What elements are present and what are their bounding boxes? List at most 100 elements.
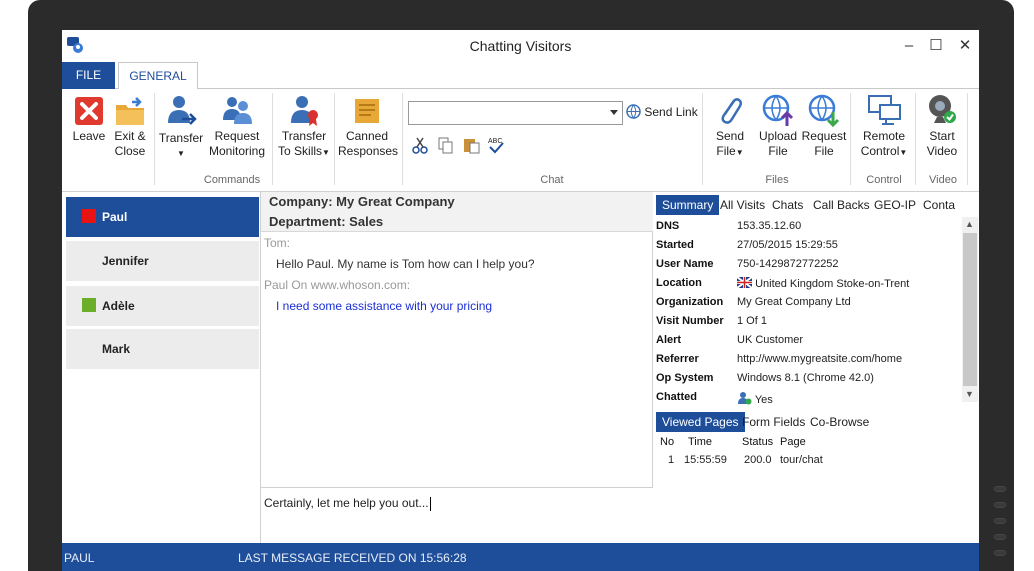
tab-viewed-pages[interactable]: Viewed Pages	[656, 412, 745, 432]
tab-call-backs[interactable]: Call Backs	[807, 195, 876, 215]
leave-button[interactable]: Leave	[70, 93, 108, 144]
info-row: Started 27/05/2015 15:29:55	[656, 236, 962, 255]
transfer-skills-label-1: Transfer	[281, 129, 327, 143]
window-title: Chatting Visitors	[469, 38, 572, 54]
tab-file[interactable]: FILE	[62, 62, 115, 89]
info-key: Referrer	[656, 353, 699, 365]
chat-link-combobox[interactable]	[408, 101, 623, 125]
remote-control-icon	[868, 95, 901, 125]
col-time: Time	[688, 436, 713, 448]
info-row: Organization My Great Company Ltd	[656, 293, 962, 312]
visitor-name: Adèle	[102, 299, 135, 313]
visitor-item-mark[interactable]: Mark	[66, 329, 259, 369]
spellcheck-icon[interactable]: ABC	[487, 136, 507, 154]
message-sender: Paul On www.whoson.com:	[264, 278, 411, 292]
send-link-button[interactable]: Send Link	[626, 104, 698, 119]
canned-responses-icon	[355, 99, 379, 123]
tab-contact[interactable]: Conta	[917, 195, 961, 215]
request-monitoring-label-1: Request	[214, 129, 260, 143]
details-tabs: Summary All Visits Chats Call Backs GEO-…	[656, 195, 979, 215]
send-file-button[interactable]: Send File▼	[708, 93, 752, 160]
group-label-commands: Commands	[203, 174, 261, 186]
paste-icon[interactable]	[462, 136, 482, 154]
request-file-label-1: Request	[801, 129, 847, 143]
transfer-label: Transfer	[158, 131, 204, 145]
ribbon-tabs: FILE GENERAL	[62, 61, 979, 90]
visitor-name: Mark	[102, 342, 131, 356]
chat-pane: Company: My Great Company Department: Sa…	[260, 192, 653, 543]
ribbon-separator	[967, 93, 968, 185]
info-key: Visit Number	[656, 315, 724, 327]
ribbon-separator	[334, 93, 335, 185]
webcam-icon	[929, 95, 956, 123]
message-text: Hello Paul. My name is Tom how can I hel…	[276, 257, 535, 271]
app-window: Chatting Visitors – ☐ ✕ FILE GENERAL Lea…	[62, 30, 979, 571]
cell-no: 1	[668, 454, 675, 466]
exit-close-button[interactable]: Exit & Close	[110, 93, 150, 159]
uk-flag-icon	[736, 276, 753, 289]
request-monitoring-button[interactable]: Request Monitoring	[206, 93, 268, 159]
info-value: United Kingdom Stoke-on-Trent	[736, 276, 910, 290]
send-link-label: Send Link	[644, 105, 698, 119]
info-row: Location United Kingdom Stoke-on-Trent	[656, 274, 962, 293]
status-last-message: LAST MESSAGE RECEIVED ON 15:56:28	[238, 551, 467, 565]
leave-icon	[75, 97, 103, 125]
message-compose-input[interactable]: Certainly, let me help you out...	[261, 487, 653, 543]
tab-general[interactable]: GENERAL	[118, 62, 198, 90]
folder-exit-icon	[116, 97, 144, 125]
chevron-down-icon[interactable]	[610, 110, 618, 115]
send-file-label-1: Send	[715, 129, 745, 143]
tab-all-visits[interactable]: All Visits	[714, 195, 771, 215]
start-video-button[interactable]: Start Video	[920, 93, 964, 159]
transfer-button[interactable]: Transfer ▼	[158, 93, 204, 161]
scroll-up-icon[interactable]: ▲	[965, 219, 974, 229]
upload-file-button[interactable]: Upload File	[756, 93, 800, 159]
scroll-down-icon[interactable]: ▼	[965, 389, 974, 399]
group-label-chat: Chat	[540, 174, 564, 186]
start-video-label-2: Video	[926, 144, 958, 158]
ribbon-separator	[702, 93, 703, 185]
pages-table-header: No Time Status Page	[660, 436, 806, 448]
copy-icon[interactable]	[436, 136, 456, 154]
info-key: Chatted	[656, 391, 697, 403]
request-file-button[interactable]: Request File	[800, 93, 848, 159]
tab-summary[interactable]: Summary	[656, 195, 720, 215]
scrollbar-thumb[interactable]	[963, 233, 977, 386]
visitor-status-indicator	[82, 298, 96, 312]
message-sender: Tom:	[264, 236, 291, 250]
status-bar: PAUL LAST MESSAGE RECEIVED ON 15:56:28	[62, 543, 979, 571]
info-row: Alert UK Customer	[656, 331, 962, 350]
info-key: User Name	[656, 258, 714, 270]
tab-co-browse[interactable]: Co-Browse	[804, 412, 875, 432]
info-value: Yes	[737, 391, 773, 406]
details-scrollbar[interactable]: ▲ ▼	[962, 217, 978, 402]
remote-control-button[interactable]: Remote Control▼	[854, 93, 914, 160]
svg-text:ABC: ABC	[488, 138, 502, 145]
tab-form-fields[interactable]: Form Fields	[736, 412, 811, 432]
transfer-dropdown-icon[interactable]: ▼	[158, 146, 204, 161]
exit-close-label-1: Exit &	[114, 129, 146, 143]
ribbon: Leave Exit & Close Transfer ▼ Request Mo…	[62, 89, 979, 192]
summary-info: DNS 153.35.12.60 Started 27/05/2015 15:29:…	[656, 217, 962, 406]
cell-time: 15:55:59	[684, 454, 727, 466]
tab-geo-ip[interactable]: GEO-IP	[868, 195, 922, 215]
col-no: No	[660, 436, 675, 448]
tab-chats[interactable]: Chats	[766, 195, 809, 215]
globe-upload-icon	[762, 94, 794, 126]
transfer-skills-button[interactable]: Transfer To Skills▼	[276, 93, 332, 160]
ribbon-separator	[272, 93, 273, 185]
visitor-item-adele[interactable]: Adèle	[66, 286, 259, 326]
status-user: PAUL	[64, 551, 95, 565]
minimize-icon[interactable]: –	[898, 36, 920, 56]
close-icon[interactable]: ✕	[954, 36, 976, 56]
group-label-control: Control	[866, 174, 902, 186]
chatted-user-icon	[738, 392, 752, 405]
cut-icon[interactable]	[411, 136, 431, 154]
visitor-item-paul[interactable]: Paul	[66, 197, 259, 237]
visitor-item-jennifer[interactable]: Jennifer	[66, 241, 259, 281]
maximize-icon[interactable]: ☐	[925, 36, 947, 56]
visitor-name: Paul	[102, 210, 128, 224]
canned-responses-button[interactable]: Canned Responses	[338, 93, 398, 159]
chatted-text: Yes	[754, 394, 773, 406]
location-text: United Kingdom Stoke-on-Trent	[755, 278, 910, 290]
